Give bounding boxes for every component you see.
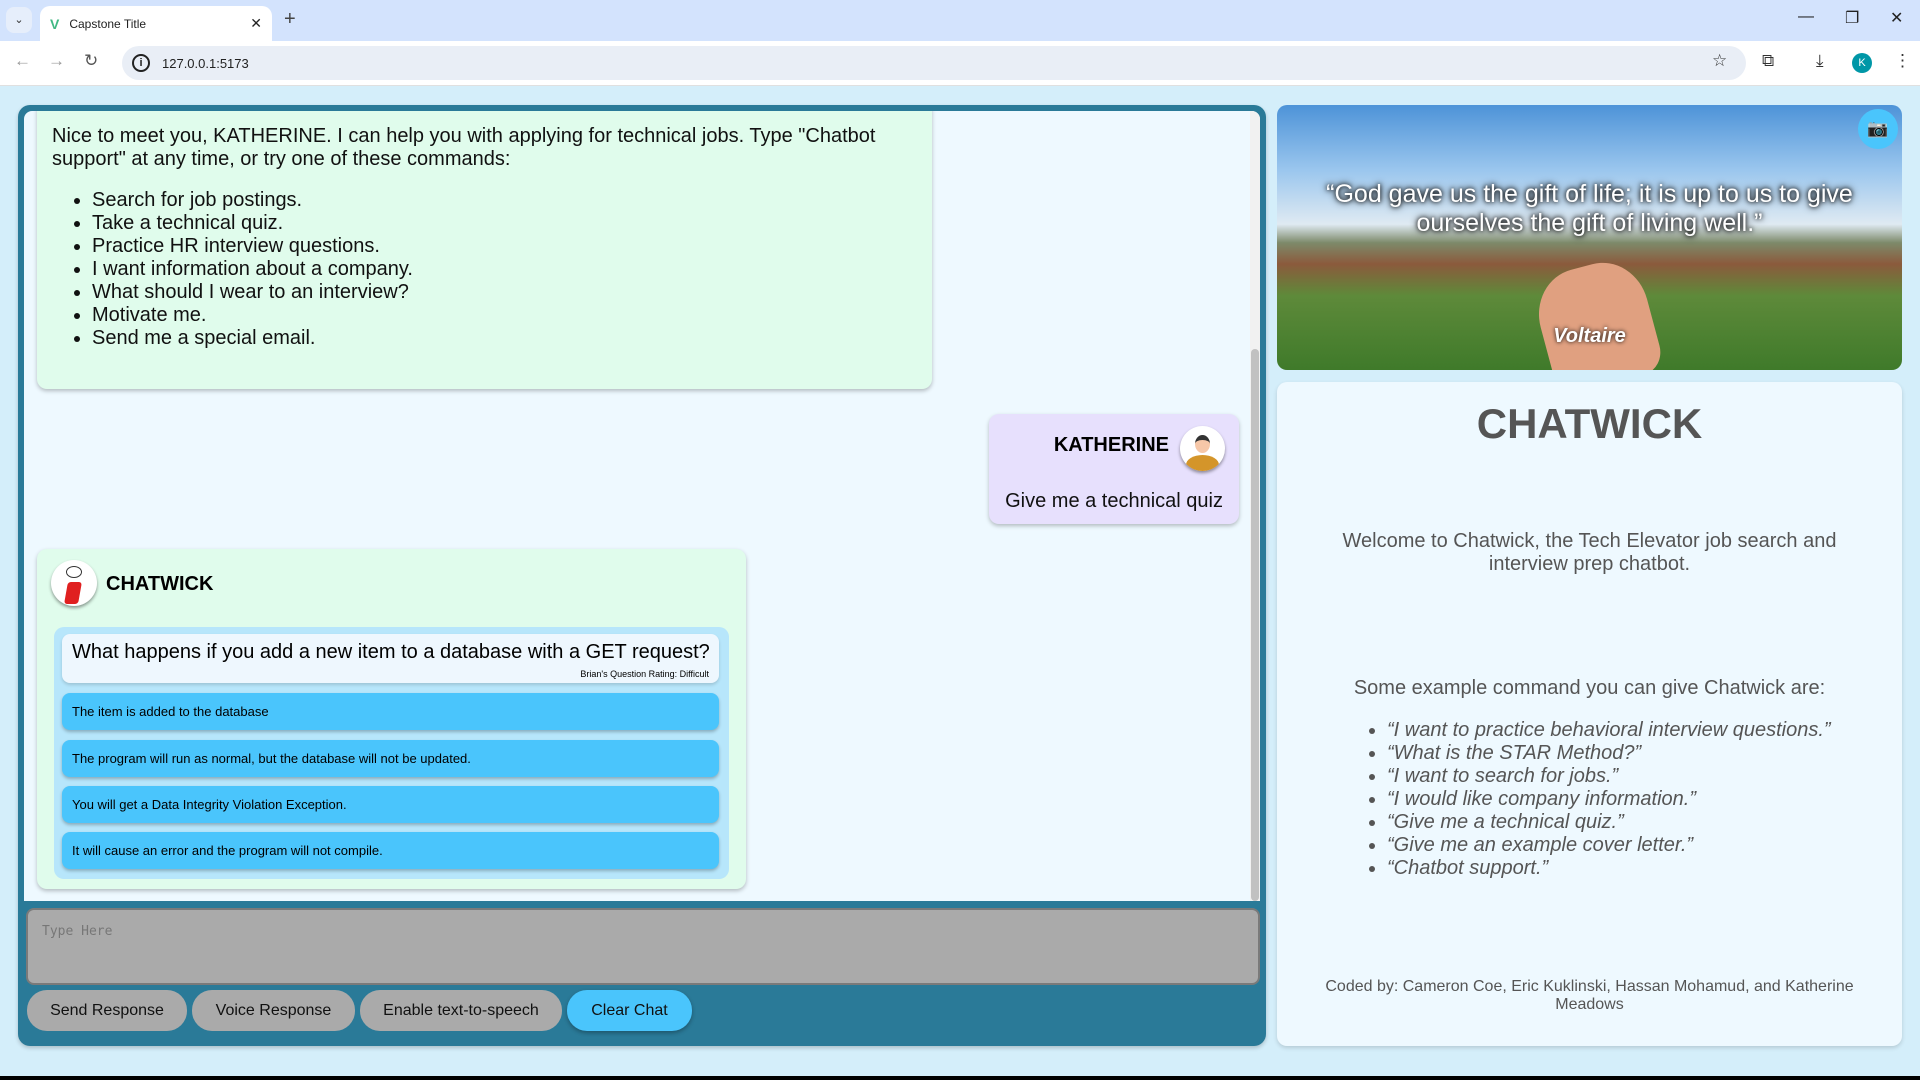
welcome-text: Welcome to Chatwick, the Tech Elevator j… — [1342, 530, 1837, 575]
bot-message-intro: Nice to meet you, KATHERINE. I can help … — [37, 111, 932, 389]
browser-tab[interactable]: V Capstone Title ✕ — [40, 6, 272, 41]
user-message: KATHERINE Give me a technical quiz — [989, 414, 1239, 524]
bot-name: CHATWICK — [106, 573, 214, 595]
command-item: Take a technical quiz. — [92, 212, 917, 235]
user-message-text: Give me a technical quiz — [1005, 490, 1223, 512]
quiz-option-4[interactable]: It will cause an error and the program w… — [62, 832, 719, 869]
forward-icon[interactable]: → — [48, 51, 65, 71]
examples-list: “I want to practice behavioral interview… — [1387, 719, 1831, 880]
example-item: “What is the STAR Method?” — [1387, 742, 1831, 765]
message-input[interactable]: Type Here — [26, 908, 1260, 985]
quote-author: Voltaire — [1553, 325, 1626, 347]
enable-tts-button[interactable]: Enable text-to-speech — [360, 990, 562, 1031]
voice-response-button[interactable]: Voice Response — [192, 990, 355, 1031]
app-title: CHATWICK — [1476, 400, 1703, 447]
scrollbar-thumb[interactable] — [1251, 349, 1259, 901]
command-item: Motivate me. — [92, 304, 917, 327]
command-list: Search for job postings. Take a technica… — [92, 189, 917, 350]
command-item: What should I wear to an interview? — [92, 281, 917, 304]
user-name: KATHERINE — [1053, 434, 1169, 456]
example-item: “I want to search for jobs.” — [1387, 765, 1831, 788]
address-bar-row: ← → ↻ i 127.0.0.1:5173 ☆ ⧉ ⤓ K ⋮ — [0, 41, 1920, 86]
new-tab-icon[interactable]: + — [284, 8, 296, 31]
vue-favicon-icon: V — [50, 15, 60, 32]
back-icon[interactable]: ← — [14, 51, 31, 71]
example-item: “Give me a technical quiz.” — [1387, 811, 1831, 834]
info-card: CHATWICK Welcome to Chatwick, the Tech E… — [1277, 382, 1902, 1046]
command-item: Send me a special email. — [92, 327, 917, 350]
bookmark-star-icon[interactable]: ☆ — [1712, 51, 1727, 71]
quiz-option-3[interactable]: You will get a Data Integrity Violation … — [62, 786, 719, 823]
example-item: “I would like company information.” — [1387, 788, 1831, 811]
clear-chat-button[interactable]: Clear Chat — [567, 990, 692, 1031]
command-item: I want information about a company. — [92, 258, 917, 281]
browser-tab-bar: ⌄ V Capstone Title ✕ + — ❐ ✕ — [0, 0, 1920, 41]
bot-message-quiz: CHATWICK What happens if you add a new i… — [37, 549, 746, 889]
tab-search-chevron-icon[interactable]: ⌄ — [6, 7, 32, 33]
profile-avatar[interactable]: K — [1852, 53, 1872, 73]
download-icon[interactable]: ⤓ — [1816, 51, 1824, 71]
close-window-icon[interactable]: ✕ — [1890, 8, 1903, 28]
quiz-question: What happens if you add a new item to a … — [62, 634, 719, 683]
camera-icon[interactable]: 📷 — [1858, 109, 1898, 149]
url-field[interactable]: i 127.0.0.1:5173 — [122, 46, 1746, 80]
close-tab-icon[interactable]: ✕ — [250, 15, 262, 32]
extensions-icon[interactable]: ⧉ — [1762, 51, 1774, 71]
example-item: “Give me an example cover letter.” — [1387, 834, 1831, 857]
credits: Coded by: Cameron Coe, Eric Kuklinski, H… — [1325, 978, 1854, 1013]
chat-history: Nice to meet you, KATHERINE. I can help … — [24, 111, 1260, 901]
reload-icon[interactable]: ↻ — [84, 51, 98, 71]
quiz-option-2[interactable]: The program will run as normal, but the … — [62, 740, 719, 777]
menu-kebab-icon[interactable]: ⋮ — [1894, 51, 1911, 71]
restore-icon[interactable]: ❐ — [1845, 8, 1859, 28]
question-text: What happens if you add a new item to a … — [72, 641, 710, 663]
example-item: “I want to practice behavioral interview… — [1387, 719, 1831, 742]
send-response-button[interactable]: Send Response — [27, 990, 187, 1031]
quiz-card: What happens if you add a new item to a … — [54, 627, 729, 879]
quote-image: “God gave us the gift of life; it is up … — [1277, 105, 1902, 370]
tab-title: Capstone Title — [69, 16, 147, 31]
taskbar-edge — [0, 1076, 1920, 1080]
chat-panel: Nice to meet you, KATHERINE. I can help … — [18, 105, 1266, 1046]
example-item: “Chatbot support.” — [1387, 857, 1831, 880]
chatwick-avatar — [51, 560, 97, 606]
hand-graphic — [1528, 252, 1666, 370]
quiz-option-1[interactable]: The item is added to the database — [62, 693, 719, 730]
examples-heading: Some example command you can give Chatwi… — [1353, 677, 1826, 699]
url-text: 127.0.0.1:5173 — [162, 55, 249, 71]
user-avatar — [1180, 426, 1225, 471]
quote-text: “God gave us the gift of life; it is up … — [1326, 180, 1853, 237]
minimize-icon[interactable]: — — [1798, 8, 1814, 26]
site-info-icon[interactable]: i — [132, 54, 150, 72]
chat-scrollbar[interactable] — [1250, 111, 1260, 901]
intro-text: Nice to meet you, KATHERINE. I can help … — [52, 125, 876, 170]
question-rating: Brian's Question Rating: Difficult — [580, 669, 709, 679]
command-item: Practice HR interview questions. — [92, 235, 917, 258]
command-item: Search for job postings. — [92, 189, 917, 212]
